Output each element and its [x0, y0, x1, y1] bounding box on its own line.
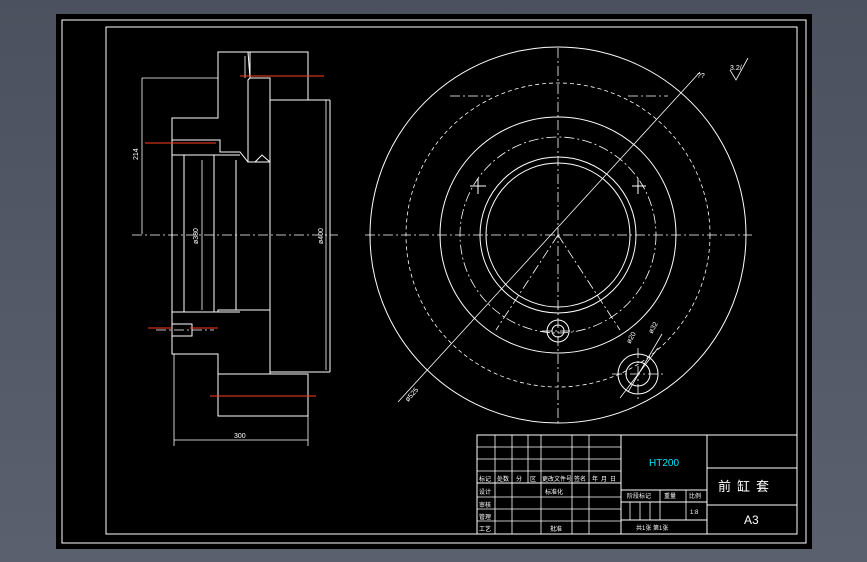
tb-header-month: 月 — [601, 476, 607, 483]
tb-manage: 管理 — [479, 513, 491, 521]
drawing-svg: 214 ø380 ø400 300 ø525 ø20 ø32 ?? 3.2/ 标… — [61, 19, 807, 544]
dim-dia-525: ø525 — [404, 387, 420, 404]
front-view: ø525 ø20 ø32 ?? 3.2/ — [365, 46, 752, 425]
dim-dia-400: ø400 — [318, 228, 325, 244]
dim-dia-20: ø20 — [626, 331, 638, 345]
tb-header-docno: 更改文件号 — [542, 475, 572, 483]
tb-ratio: 比例 — [689, 492, 701, 500]
roughness-value: 3.2/ — [730, 65, 742, 72]
tb-header-div: 分 — [516, 475, 522, 483]
section-hatch-lower-right — [217, 373, 309, 417]
dim-height-214: 214 — [133, 148, 140, 160]
inner-frame — [105, 26, 798, 535]
tb-standardization: 标准化 — [545, 488, 563, 496]
tb-header-day: 日 — [610, 476, 616, 483]
outer-frame — [61, 19, 807, 544]
section-hatch-upper-right — [247, 51, 309, 164]
tb-sheet-size: A3 — [744, 513, 759, 527]
dim-dia-380: ø380 — [193, 228, 200, 244]
tb-header-year: 年 — [592, 475, 598, 483]
drawing-canvas[interactable]: 214 ø380 ø400 300 ø525 ø20 ø32 ?? 3.2/ 标… — [56, 14, 812, 549]
tb-role-design: 设计 — [479, 488, 491, 496]
section-hatch-lower — [171, 309, 271, 375]
roughness-symbol: 3.2/ — [729, 57, 749, 81]
tb-part-name: 前缸套 — [718, 479, 775, 495]
dim-width-300: 300 — [234, 433, 246, 440]
section-view: 214 ø380 ø400 300 — [132, 51, 338, 446]
dim-dia-32: ø32 — [648, 321, 660, 335]
surface-note: ?? — [697, 73, 705, 80]
tb-stage-mark: 阶段标记 — [627, 492, 651, 500]
tb-scale: 1:8 — [690, 510, 699, 516]
tb-material: HT200 — [649, 458, 679, 469]
tb-role-process: 工艺 — [479, 525, 491, 533]
tb-header-count: 处数 — [497, 475, 509, 483]
tb-header-mark: 标记 — [479, 475, 491, 483]
cad-application: 214 ø380 ø400 300 ø525 ø20 ø32 ?? 3.2/ 标… — [0, 0, 867, 562]
title-block: 标记 处数 分 区 更改文件号 签名 年 月 日 设计 审核 管理 工艺 标准化… — [476, 434, 798, 535]
tb-header-sign: 签名 — [574, 475, 586, 483]
tb-approve: 批准 — [550, 525, 562, 533]
tb-role-review: 审核 — [479, 501, 491, 509]
tb-sheet-count: 共1张 第1张 — [636, 524, 668, 532]
section-hatch-upper — [171, 51, 271, 163]
tb-weight: 重量 — [664, 492, 676, 500]
tb-header-zone: 区 — [530, 476, 536, 483]
